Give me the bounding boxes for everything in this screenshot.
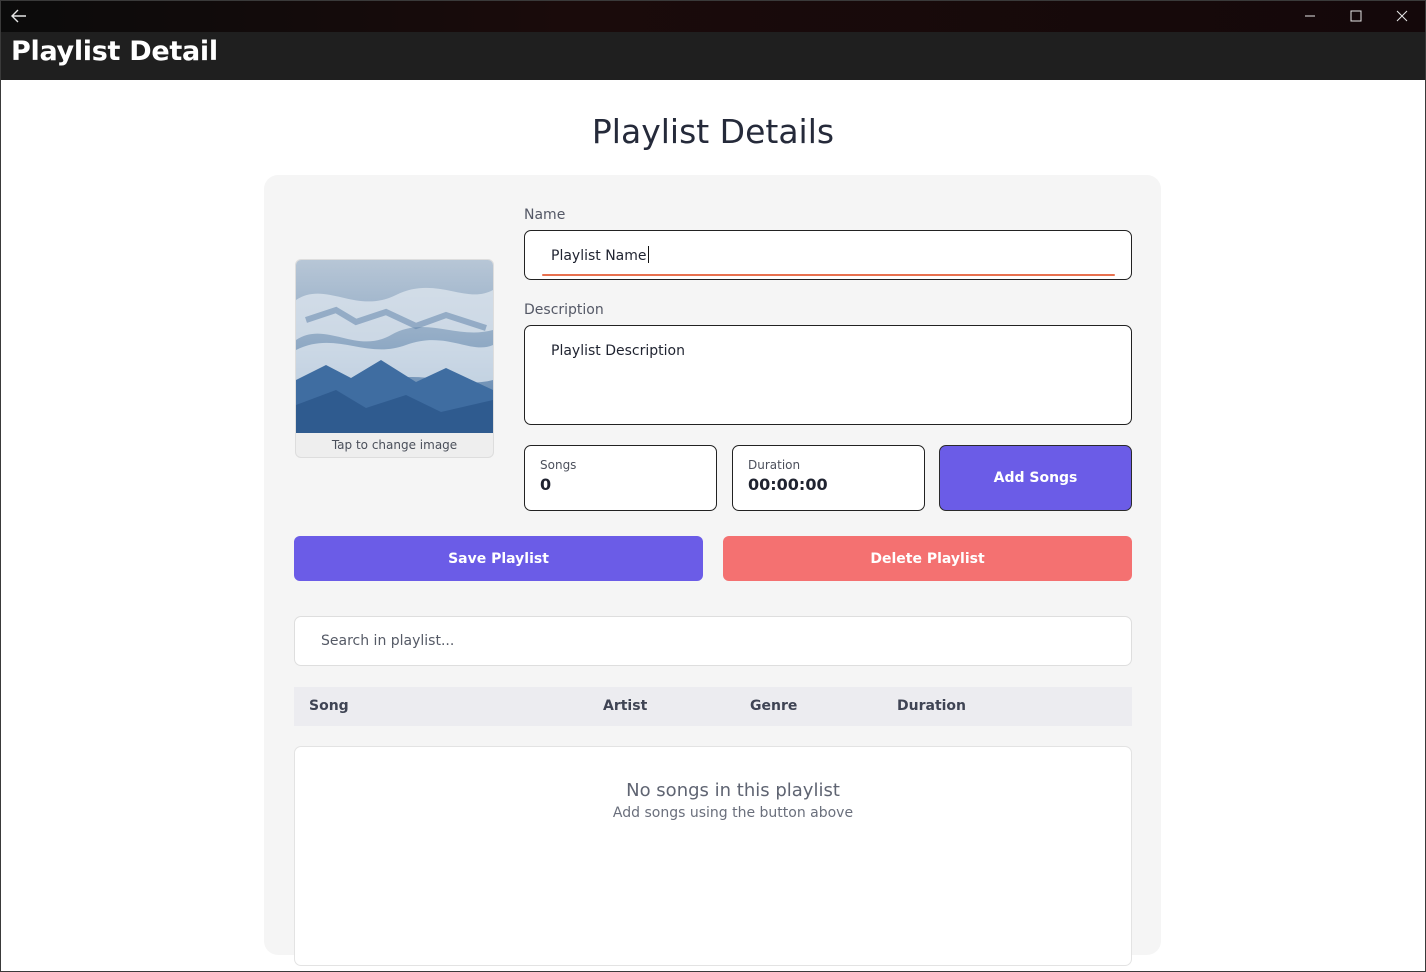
duration-box: Duration 00:00:00 <box>732 445 925 511</box>
text-caret <box>647 246 649 263</box>
description-label: Description <box>524 302 604 318</box>
column-song[interactable]: Song <box>309 698 349 714</box>
songs-table-header: Song Artist Genre Duration <box>294 687 1132 726</box>
delete-playlist-button[interactable]: Delete Playlist <box>723 536 1132 581</box>
window-titlebar <box>0 0 1426 32</box>
column-artist[interactable]: Artist <box>603 698 647 714</box>
close-button[interactable] <box>1379 0 1425 32</box>
duration-value: 00:00:00 <box>748 475 828 494</box>
songs-list: No songs in this playlist Add songs usin… <box>294 746 1132 966</box>
search-placeholder: Search in playlist... <box>321 633 455 649</box>
cover-image-picker[interactable]: Tap to change image <box>295 259 494 458</box>
minimize-icon <box>1305 15 1315 17</box>
description-field[interactable]: Playlist Description <box>524 325 1132 425</box>
page-title: Playlist Details <box>591 112 835 151</box>
duration-label: Duration <box>748 458 801 472</box>
column-duration[interactable]: Duration <box>897 698 966 714</box>
search-input[interactable]: Search in playlist... <box>294 616 1132 666</box>
minimize-button[interactable] <box>1287 0 1333 32</box>
arrow-left-icon <box>11 9 26 23</box>
column-genre[interactable]: Genre <box>750 698 797 714</box>
maximize-button[interactable] <box>1333 0 1379 32</box>
songs-label: Songs <box>540 458 577 472</box>
add-songs-button[interactable]: Add Songs <box>939 445 1132 511</box>
name-field[interactable]: Playlist Name <box>524 230 1132 280</box>
header-title: Playlist Detail <box>11 36 218 67</box>
description-value: Playlist Description <box>551 343 685 359</box>
maximize-icon <box>1350 10 1362 22</box>
empty-state-subtitle: Add songs using the button above <box>612 805 854 821</box>
app-header: Playlist Detail <box>1 32 1425 80</box>
save-playlist-button[interactable]: Save Playlist <box>294 536 703 581</box>
name-value: Playlist Name <box>551 248 647 264</box>
close-icon <box>1396 10 1408 22</box>
songs-count-box: Songs 0 <box>524 445 717 511</box>
cover-caption: Tap to change image <box>331 438 458 452</box>
name-label: Name <box>524 207 566 223</box>
songs-value: 0 <box>540 475 552 494</box>
focus-underline <box>542 274 1115 276</box>
cover-image <box>296 260 493 433</box>
back-button[interactable] <box>8 6 30 26</box>
empty-state-title: No songs in this playlist <box>626 780 840 801</box>
